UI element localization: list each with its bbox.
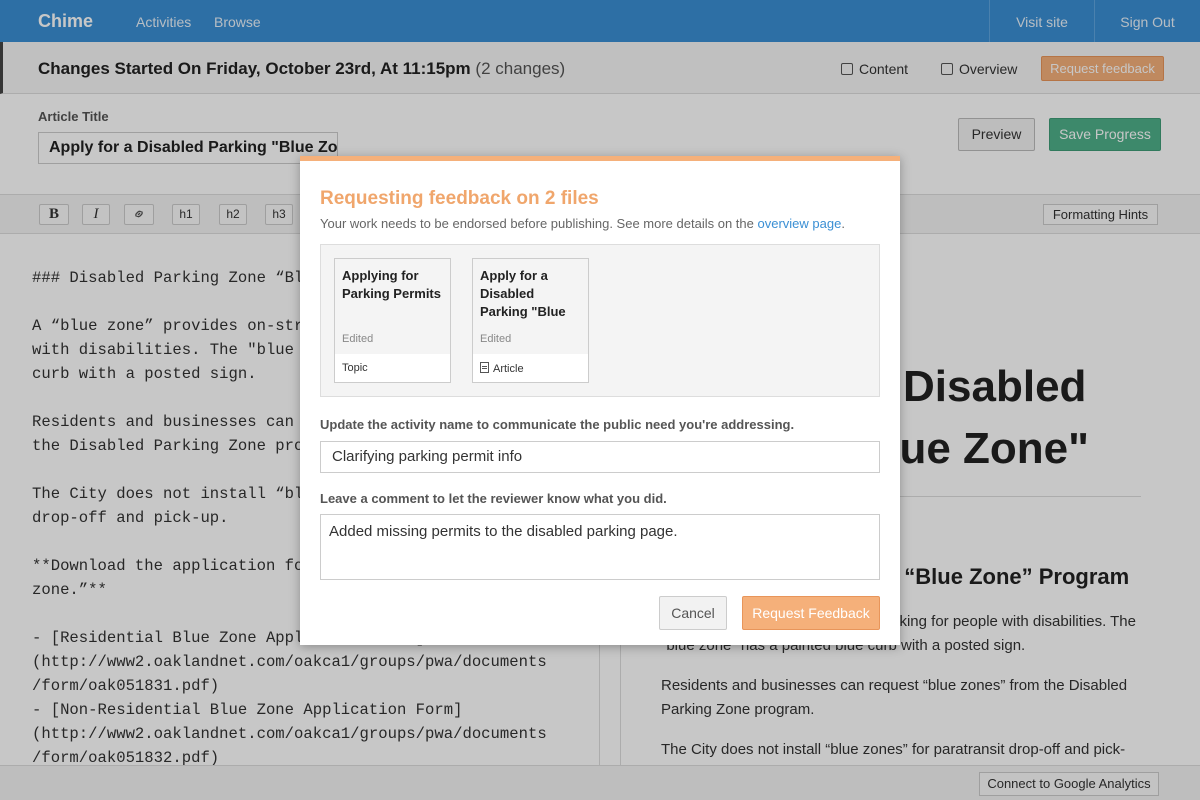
files-list: Applying for Parking Permits Edited Topi… (320, 244, 880, 397)
modal-title: Requesting feedback on 2 files (320, 188, 599, 209)
activity-name-label: Update the activity name to communicate … (320, 417, 795, 432)
file-type-label: Article (493, 363, 524, 375)
file-name: Apply for a Disabled Parking "Blue (480, 268, 566, 319)
file-card[interactable]: Apply for a Disabled Parking "Blue Edite… (472, 258, 589, 383)
cancel-button[interactable]: Cancel (659, 596, 727, 630)
modal-subtitle-text: Your work needs to be endorsed before pu… (320, 216, 754, 231)
file-card[interactable]: Applying for Parking Permits Edited Topi… (334, 258, 451, 383)
modal-subtitle-end: . (841, 216, 845, 231)
file-status: Edited (480, 333, 512, 345)
activity-name-input[interactable]: Clarifying parking permit info (320, 441, 880, 473)
modal-subtitle: Your work needs to be endorsed before pu… (320, 216, 845, 231)
overview-page-link[interactable]: overview page (758, 216, 842, 231)
file-type: Article (480, 362, 524, 375)
file-status: Edited (342, 333, 374, 345)
comment-textarea[interactable]: Added missing permits to the disabled pa… (320, 514, 880, 580)
comment-label: Leave a comment to let the reviewer know… (320, 491, 667, 506)
submit-request-feedback-button[interactable]: Request Feedback (742, 596, 880, 630)
document-icon (480, 362, 489, 373)
file-type: Topic (342, 362, 368, 374)
request-feedback-modal: Requesting feedback on 2 files Your work… (300, 156, 900, 645)
file-name: Applying for Parking Permits (342, 268, 441, 301)
